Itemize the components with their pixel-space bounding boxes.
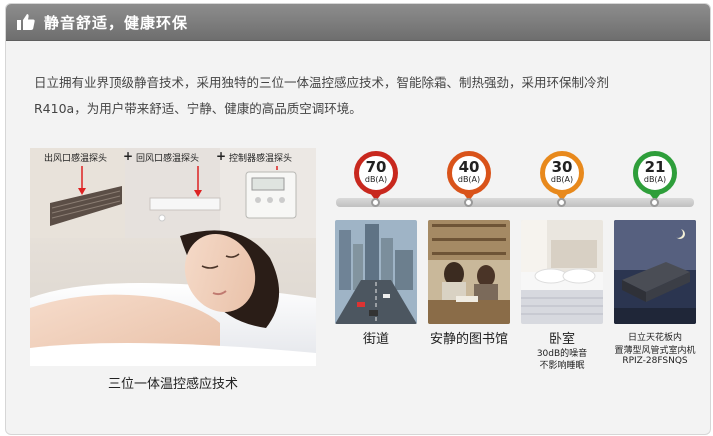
noise-unit: dB(A) — [643, 175, 667, 184]
description-line-2: R410a，为用户带来舒适、宁静、健康的高品质空调环境。 — [34, 101, 362, 116]
scale-dot — [371, 198, 380, 207]
scene-label-street: 街道 — [362, 332, 389, 347]
product-model: RPIZ-28FSNQS — [622, 356, 688, 366]
section-header: 静音舒适，健康环保 — [6, 4, 710, 41]
sleeping-woman-image — [30, 148, 316, 366]
noise-badge-70: 70 dB(A) — [354, 151, 398, 195]
scene-label-library: 安静的图书馆 — [429, 332, 508, 347]
noise-value: 70 — [365, 158, 387, 176]
product-label-1: 日立天花板内 — [627, 333, 682, 343]
noise-badge-40: 40 dB(A) — [447, 151, 491, 195]
plus-sign: + — [123, 149, 134, 163]
product-label-2: 置薄型风管式室内机 — [614, 346, 696, 356]
plus-sign: + — [216, 149, 227, 163]
bedroom-note-2: 不影响睡眠 — [539, 361, 585, 371]
scene-label-bedroom: 卧室 — [548, 332, 575, 347]
scale-dot — [650, 198, 659, 207]
product-scene — [614, 220, 696, 324]
library-scene — [428, 220, 510, 324]
description-text: 日立拥有业界顶级静音技术，采用独特的三位一体温控感应技术，智能除霜、制热强劲，采… — [34, 70, 694, 122]
noise-unit: dB(A) — [457, 175, 481, 184]
noise-value: 40 — [458, 158, 480, 176]
description-line-1: 日立拥有业界顶级静音技术，采用独特的三位一体温控感应技术，智能除霜、制热强劲，采… — [34, 75, 610, 90]
noise-value: 21 — [644, 158, 666, 176]
sensor-tech-caption: 三位一体温控感应技术 — [107, 377, 238, 392]
scale-dot — [464, 198, 473, 207]
outlet-sensor-label: 出风口感温探头 — [44, 154, 108, 164]
noise-badge-30: 30 dB(A) — [540, 151, 584, 195]
section-title: 静音舒适，健康环保 — [44, 14, 189, 32]
noise-unit: dB(A) — [550, 175, 574, 184]
noise-unit: dB(A) — [364, 175, 388, 184]
return-sensor-label: 回风口感温探头 — [136, 154, 200, 164]
noise-value: 30 — [551, 158, 573, 176]
thumbs-up-icon — [17, 14, 35, 30]
noise-badge-21: 21 dB(A) — [633, 151, 677, 195]
street-scene — [335, 220, 417, 324]
bedroom-scene — [521, 220, 603, 324]
scale-dot — [557, 198, 566, 207]
controller-sensor-label: 控制器感温探头 — [229, 154, 293, 164]
noise-scale-bar — [336, 198, 694, 207]
sensor-illustration: 出风口感温探头 + 回风口感温探头 + 控制器感温探头 — [30, 148, 316, 366]
